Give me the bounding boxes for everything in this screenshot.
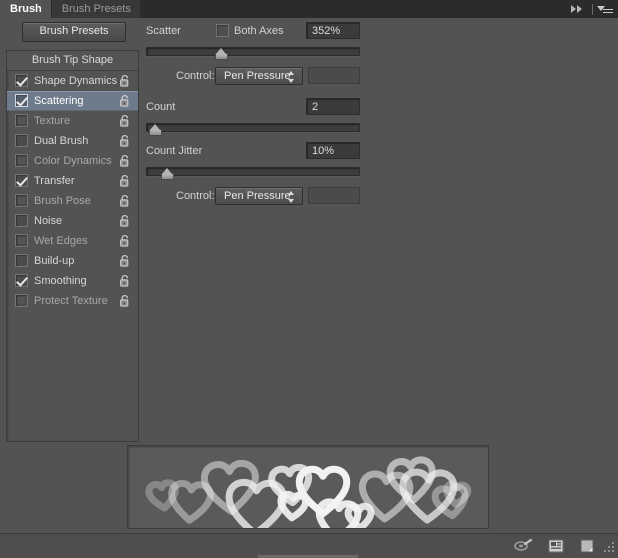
brush-option-row-shape-dynamics[interactable]: Shape Dynamics bbox=[7, 71, 138, 91]
unlocked-padlock-icon[interactable] bbox=[119, 194, 131, 207]
count-slider[interactable] bbox=[146, 122, 360, 136]
brush-option-label: Protect Texture bbox=[34, 295, 108, 307]
brush-option-checkbox[interactable] bbox=[15, 234, 28, 247]
scatter-slider-track bbox=[146, 47, 360, 56]
brush-options-rows: Shape Dynamics Scattering Texture Dual Brus… bbox=[7, 71, 138, 311]
count-value-input[interactable]: 2 bbox=[306, 98, 360, 115]
count-control-select[interactable]: Pen Pressure bbox=[215, 187, 303, 205]
brush-option-checkbox[interactable] bbox=[15, 174, 28, 187]
chevron-updown-icon bbox=[288, 71, 295, 83]
count-control-secondary-field[interactable] bbox=[308, 187, 360, 204]
brush-stroke-preview-canvas bbox=[145, 456, 472, 528]
unlocked-padlock-icon[interactable] bbox=[119, 214, 131, 227]
delete-brush-icon[interactable] bbox=[576, 537, 598, 555]
scatter-slider-thumb[interactable] bbox=[214, 48, 228, 60]
brush-option-label: Texture bbox=[34, 115, 71, 127]
panel-bottom-bar bbox=[0, 533, 618, 558]
brush-options-list: Brush Tip Shape Shape Dynamics Scattering… bbox=[6, 50, 139, 442]
brush-option-checkbox[interactable] bbox=[15, 94, 28, 107]
brush-option-checkbox[interactable] bbox=[15, 254, 28, 267]
count-jitter-value-input[interactable]: 10% bbox=[306, 142, 360, 159]
brush-option-label: Brush Pose bbox=[34, 195, 91, 207]
brush-option-checkbox[interactable] bbox=[15, 154, 28, 167]
tab-group: Brush Brush Presets bbox=[0, 0, 141, 18]
brush-option-checkbox[interactable] bbox=[15, 114, 28, 127]
brush-option-label: Transfer bbox=[34, 175, 75, 187]
both-axes-checkbox[interactable] bbox=[216, 24, 229, 37]
brush-option-checkbox[interactable] bbox=[15, 214, 28, 227]
toggle-brush-options-icon[interactable] bbox=[512, 537, 534, 555]
count-control-value: Pen Pressure bbox=[224, 190, 291, 202]
unlocked-padlock-icon[interactable] bbox=[119, 234, 131, 247]
tab-bar-controls bbox=[570, 0, 614, 18]
count-label: Count bbox=[146, 101, 176, 113]
brush-option-label: Noise bbox=[34, 215, 63, 227]
unlocked-padlock-icon[interactable] bbox=[119, 254, 131, 267]
unlocked-padlock-icon[interactable] bbox=[119, 294, 131, 307]
brush-option-checkbox[interactable] bbox=[15, 74, 28, 87]
brush-option-row-scattering[interactable]: Scattering bbox=[7, 91, 138, 111]
panel-menu-icon[interactable] bbox=[597, 3, 614, 15]
brush-stroke-preview bbox=[127, 445, 489, 529]
double-chevron-right-icon[interactable] bbox=[570, 3, 586, 15]
brush-option-row-transfer[interactable]: Transfer bbox=[7, 171, 138, 191]
scatter-control-label: Control: bbox=[176, 70, 215, 82]
brush-option-label: Shape Dynamics bbox=[34, 75, 118, 87]
scatter-control-secondary-field[interactable] bbox=[308, 67, 360, 84]
unlocked-padlock-icon[interactable] bbox=[119, 174, 131, 187]
count-jitter-slider-track bbox=[146, 167, 360, 176]
unlocked-padlock-icon[interactable] bbox=[119, 94, 131, 107]
scatter-value-input[interactable]: 352% bbox=[306, 22, 360, 39]
both-axes-label: Both Axes bbox=[234, 25, 284, 37]
scatter-control-value: Pen Pressure bbox=[224, 70, 291, 82]
brush-option-row-wet-edges[interactable]: Wet Edges bbox=[7, 231, 138, 251]
resize-grip-icon[interactable] bbox=[602, 542, 616, 556]
brush-presets-button[interactable]: Brush Presets bbox=[22, 22, 126, 42]
scatter-slider[interactable] bbox=[146, 46, 360, 60]
brush-option-row-noise[interactable]: Noise bbox=[7, 211, 138, 231]
brush-option-row-color-dynamics[interactable]: Color Dynamics bbox=[7, 151, 138, 171]
count-jitter-label: Count Jitter bbox=[146, 145, 203, 157]
brush-option-label: Dual Brush bbox=[34, 135, 89, 147]
brush-option-checkbox[interactable] bbox=[15, 134, 28, 147]
count-jitter-slider[interactable] bbox=[146, 166, 360, 180]
brush-option-row-brush-pose[interactable]: Brush Pose bbox=[7, 191, 138, 211]
brush-option-label: Build-up bbox=[34, 255, 75, 267]
brush-option-checkbox[interactable] bbox=[15, 274, 28, 287]
unlocked-padlock-icon[interactable] bbox=[119, 74, 131, 87]
brush-option-checkbox[interactable] bbox=[15, 194, 28, 207]
brush-option-label: Scattering bbox=[34, 95, 84, 107]
unlocked-padlock-icon[interactable] bbox=[119, 134, 131, 147]
brush-option-row-build-up[interactable]: Build-up bbox=[7, 251, 138, 271]
divider bbox=[592, 3, 593, 15]
brush-tip-shape-header[interactable]: Brush Tip Shape bbox=[7, 51, 138, 71]
panel-tab-bar: Brush Brush Presets bbox=[0, 0, 618, 18]
count-slider-track bbox=[146, 123, 360, 132]
scatter-control-select[interactable]: Pen Pressure bbox=[215, 67, 303, 85]
brush-option-label: Color Dynamics bbox=[34, 155, 112, 167]
brush-option-label: Wet Edges bbox=[34, 235, 88, 247]
unlocked-padlock-icon[interactable] bbox=[119, 154, 131, 167]
tab-brush[interactable]: Brush bbox=[0, 0, 52, 18]
brush-option-row-smoothing[interactable]: Smoothing bbox=[7, 271, 138, 291]
unlocked-padlock-icon[interactable] bbox=[119, 274, 131, 287]
tab-brush-presets[interactable]: Brush Presets bbox=[51, 0, 141, 18]
scatter-label: Scatter bbox=[146, 25, 181, 37]
brush-option-row-texture[interactable]: Texture bbox=[7, 111, 138, 131]
brush-option-row-protect-texture[interactable]: Protect Texture bbox=[7, 291, 138, 311]
brush-option-row-dual-brush[interactable]: Dual Brush bbox=[7, 131, 138, 151]
count-control-label: Control: bbox=[176, 190, 215, 202]
brush-panel: Brush Brush Presets Brush Presets Scatte… bbox=[0, 0, 618, 558]
count-slider-thumb[interactable] bbox=[148, 124, 162, 136]
brush-option-checkbox[interactable] bbox=[15, 294, 28, 307]
unlocked-padlock-icon[interactable] bbox=[119, 114, 131, 127]
chevron-updown-icon bbox=[288, 191, 295, 203]
count-jitter-slider-thumb[interactable] bbox=[161, 168, 175, 180]
brush-option-label: Smoothing bbox=[34, 275, 87, 287]
new-preset-icon[interactable] bbox=[545, 537, 567, 555]
